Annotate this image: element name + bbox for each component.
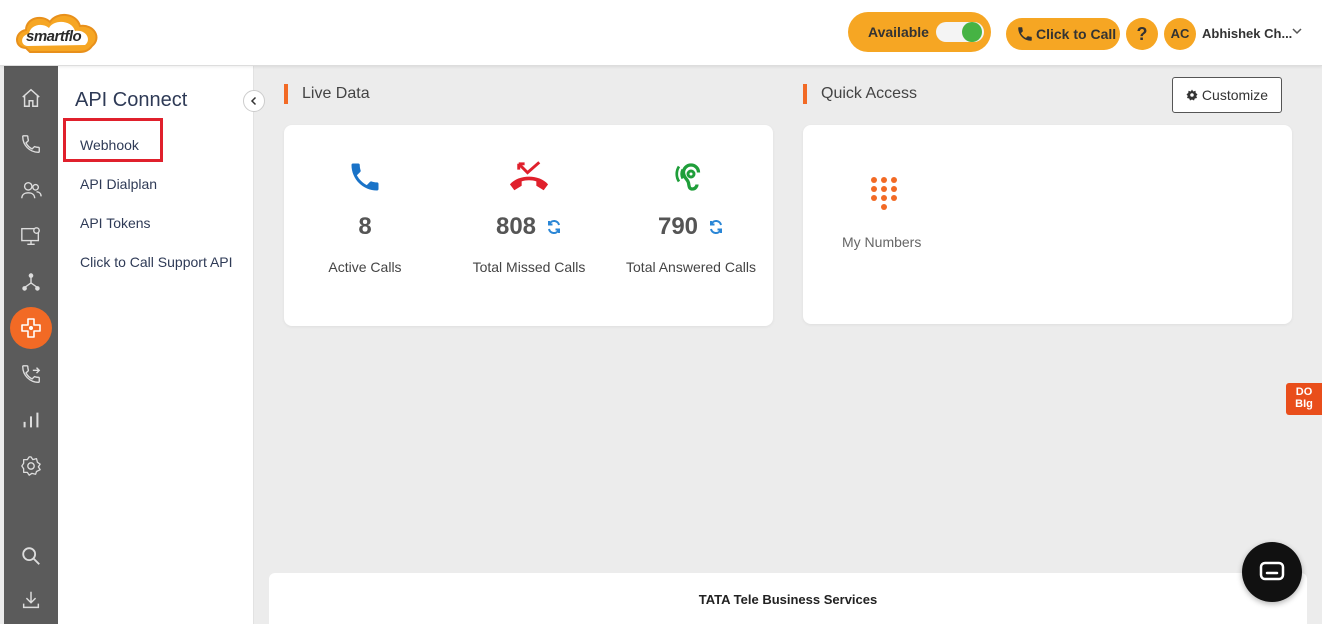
quick-access-card (803, 125, 1292, 324)
customize-button[interactable]: Customize (1172, 77, 1282, 113)
footer: TATA Tele Business Services (269, 573, 1307, 624)
phone-icon (1018, 27, 1032, 41)
help-button[interactable]: ? (1126, 18, 1158, 50)
gear-icon (1186, 89, 1198, 101)
avatar[interactable]: AC (1164, 18, 1196, 50)
users-icon (21, 181, 42, 199)
click-to-call-button[interactable]: Click to Call (1006, 18, 1120, 50)
active-calls-value: 8 (358, 213, 372, 240)
answered-calls-value: 790 (657, 213, 699, 240)
api-connect-icon (21, 318, 41, 338)
sidebar-item-click-to-call-support-api[interactable]: Click to Call Support API (80, 254, 233, 270)
chevron-down-icon[interactable] (1290, 24, 1304, 38)
ear-icon (675, 163, 701, 191)
refresh-icon[interactable] (708, 219, 724, 235)
my-numbers-label[interactable]: My Numbers (842, 234, 921, 250)
call-transfer-icon (22, 365, 41, 383)
stat-answered-calls[interactable]: 790 Total Answered Calls (606, 155, 776, 275)
sidebar-item-api-dialplan[interactable]: API Dialplan (80, 176, 157, 192)
username[interactable]: Abhishek Ch... (1202, 26, 1292, 41)
stat-missed-calls[interactable]: 808 Total Missed Calls (444, 155, 614, 275)
availability-toggle[interactable] (936, 22, 984, 42)
search-icon (22, 547, 40, 565)
badge-line1: DO (1295, 386, 1313, 398)
active-calls-label: Active Calls (328, 259, 402, 275)
rail-contacts[interactable] (9, 170, 53, 210)
badge-line2: BIg (1295, 398, 1313, 410)
rail-search[interactable] (9, 536, 53, 576)
collapse-sidebar-button[interactable] (243, 90, 265, 112)
rail-calls[interactable] (9, 124, 53, 164)
phone-icon (351, 163, 379, 191)
smartflo-logo[interactable]: smartflo (12, 8, 104, 60)
live-data-card: 8 Active Calls 808 Total Missed Calls 79… (284, 125, 773, 326)
customize-label: Customize (1201, 87, 1269, 103)
network-icon (22, 273, 40, 291)
click-to-call-label: Click to Call (1036, 26, 1117, 42)
rail-settings[interactable] (9, 446, 53, 486)
missed-call-icon (509, 161, 549, 191)
settings-icon (21, 456, 41, 476)
sidebar-item-api-tokens[interactable]: API Tokens (80, 215, 151, 231)
icon-rail (4, 66, 58, 624)
monitor-settings-icon (21, 227, 40, 245)
sidebar-title: API Connect (75, 89, 188, 111)
home-icon (22, 88, 40, 107)
rail-home[interactable] (9, 78, 53, 118)
availability-label: Available (868, 24, 929, 40)
rail-network[interactable] (9, 262, 53, 302)
rail-monitor[interactable] (9, 216, 53, 256)
toggle-knob (962, 22, 982, 42)
analytics-icon (23, 412, 39, 428)
top-header: smartflo Available Click to Call ? AC Ab… (0, 0, 1322, 66)
missed-calls-value: 808 (495, 213, 537, 240)
live-data-title: Live Data (284, 84, 370, 104)
answered-calls-label: Total Answered Calls (626, 259, 756, 275)
quick-access-title: Quick Access (803, 84, 917, 104)
chat-icon (1259, 561, 1285, 581)
dialpad-icon (871, 177, 897, 210)
rail-api-connect[interactable] (10, 307, 52, 349)
rail-download[interactable] (9, 580, 53, 620)
selection-highlight (63, 118, 163, 162)
logo-text: smartflo (26, 28, 82, 45)
chat-button[interactable] (1242, 542, 1302, 602)
phone-icon (22, 135, 40, 153)
refresh-icon[interactable] (546, 219, 562, 235)
stat-active-calls[interactable]: 8 Active Calls (280, 155, 450, 275)
missed-calls-label: Total Missed Calls (472, 259, 586, 275)
availability-control: Available (848, 12, 991, 52)
chevron-left-icon (250, 96, 257, 106)
do-big-badge[interactable]: DO BIg (1286, 383, 1322, 415)
download-icon (22, 591, 40, 609)
rail-analytics[interactable] (9, 400, 53, 440)
rail-call-routing[interactable] (9, 354, 53, 394)
